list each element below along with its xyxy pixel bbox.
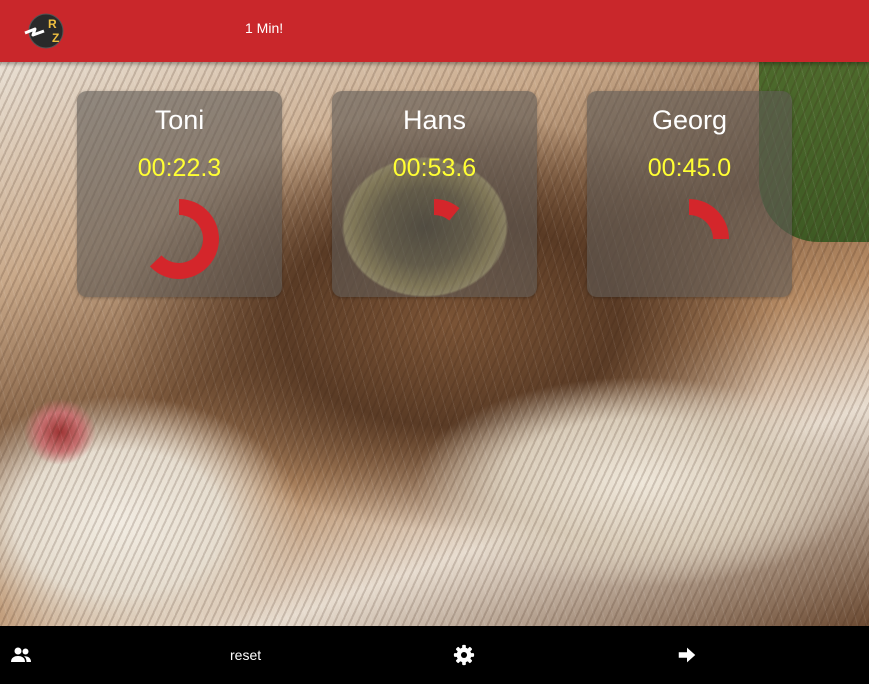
progress-arc: [434, 199, 460, 221]
bottom-toolbar: reset: [0, 626, 869, 684]
reset-button[interactable]: reset: [230, 626, 261, 684]
player-timer: 00:53.6: [392, 154, 477, 182]
progress-ring: [689, 199, 729, 239]
logo-letter-z: Z: [52, 31, 59, 45]
players-button[interactable]: [9, 626, 33, 684]
player-card-toni[interactable]: Toni 00:22.3: [77, 91, 282, 297]
progress-arc: [149, 199, 219, 279]
player-card-georg[interactable]: Georg 00:45.0: [587, 91, 792, 297]
player-name: Georg: [651, 105, 728, 135]
player-card-hans[interactable]: Hans 00:53.6: [332, 91, 537, 297]
player-timer: 00:45.0: [647, 154, 732, 182]
gear-icon: [453, 644, 475, 666]
player-timer: 00:22.3: [137, 154, 222, 182]
arrow-right-icon: [678, 647, 696, 663]
next-button[interactable]: [676, 626, 698, 684]
player-name: Toni: [154, 105, 205, 135]
logo-letter-r: R: [48, 17, 57, 31]
progress-arc: [689, 199, 729, 239]
people-icon: [11, 647, 31, 662]
app-header: R Z 1 Min!: [0, 0, 869, 62]
settings-button[interactable]: [453, 626, 475, 684]
progress-ring: [434, 199, 460, 221]
reset-label: reset: [230, 647, 262, 663]
progress-ring: [149, 199, 219, 279]
background-image: Toni 00:22.3 Hans 00:53.6 Georg 00:45.0: [0, 62, 869, 626]
player-name: Hans: [402, 105, 467, 135]
page-title: 1 Min!: [245, 20, 284, 36]
app-logo[interactable]: R Z: [22, 11, 66, 51]
